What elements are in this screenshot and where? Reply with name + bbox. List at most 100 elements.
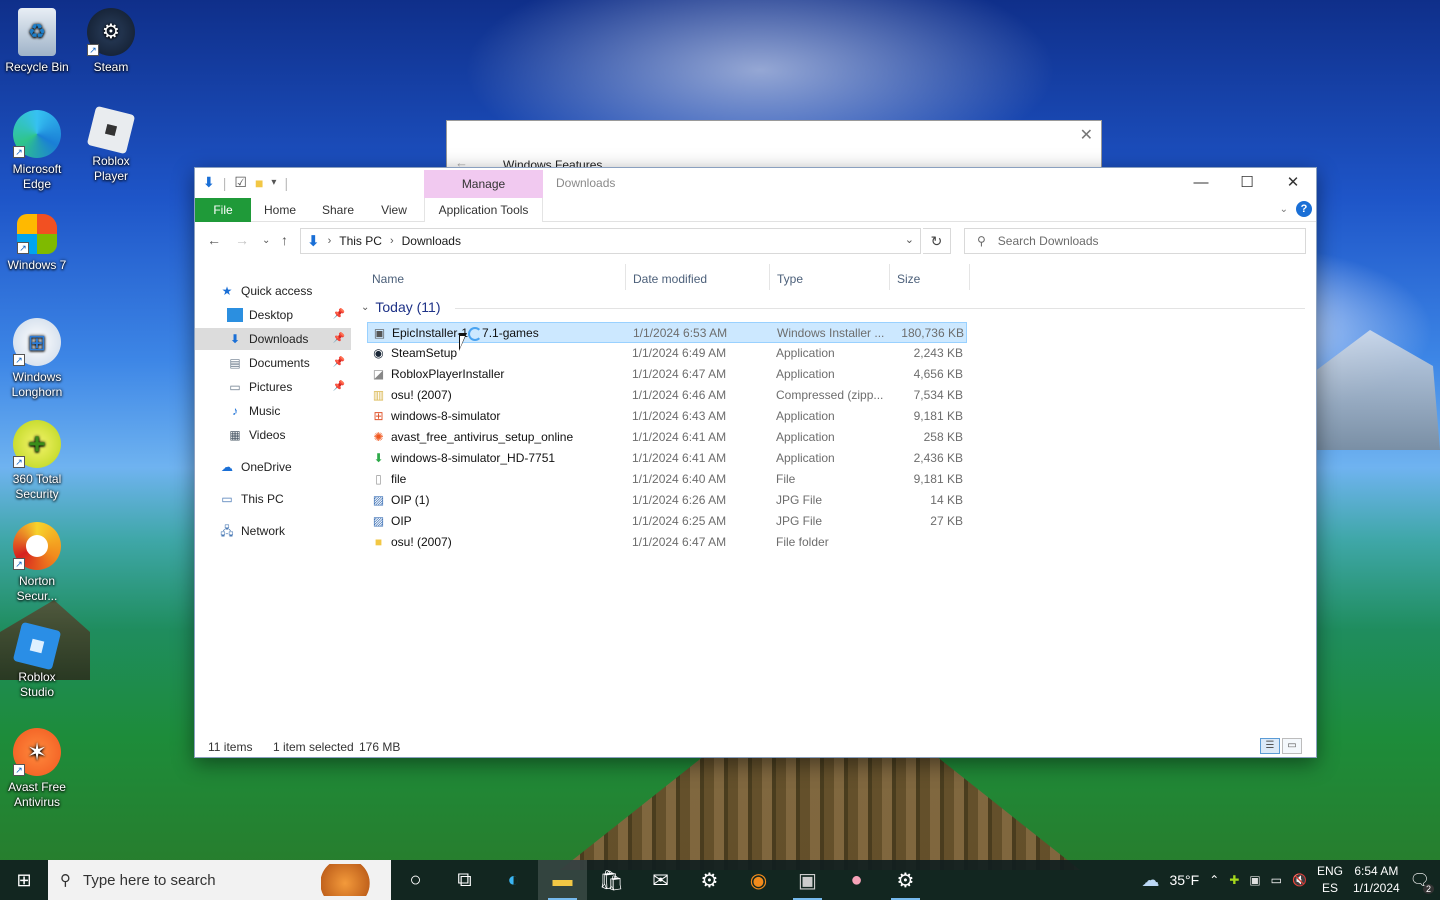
language-indicator[interactable]: ENG ES bbox=[1317, 863, 1343, 897]
weather-icon[interactable]: ☁ bbox=[1141, 870, 1159, 891]
chevron-down-icon[interactable]: ⌄ bbox=[905, 233, 914, 246]
taskbar-norton[interactable]: ◉ bbox=[734, 860, 783, 900]
column-name[interactable]: Name bbox=[372, 268, 404, 290]
taskbar-file-explorer[interactable]: ▬ bbox=[538, 860, 587, 900]
refresh-button[interactable]: ↻ bbox=[923, 228, 951, 254]
volume-muted-icon[interactable]: 🔇 bbox=[1292, 873, 1307, 887]
nav-desktop[interactable]: Desktop 📌 bbox=[227, 304, 351, 326]
start-button[interactable]: ⊞ bbox=[0, 860, 48, 900]
large-icons-view-button[interactable]: ▭ bbox=[1282, 738, 1302, 754]
column-date-modified[interactable]: Date modified bbox=[633, 268, 707, 290]
desktop-icon-steam[interactable]: ⚙ ↗ Steam bbox=[74, 8, 148, 75]
pictures-folder-icon: ▭ bbox=[229, 380, 241, 394]
desktop-icon-roblox-player[interactable]: Roblox Player bbox=[74, 105, 148, 184]
edge-icon: ↗ bbox=[13, 110, 61, 158]
wallpaper-hut bbox=[1300, 330, 1440, 450]
tab-file[interactable]: File bbox=[195, 198, 251, 222]
search-input[interactable]: Search Downloads bbox=[998, 234, 1099, 248]
taskbar-store[interactable]: 🛍 bbox=[587, 860, 636, 900]
chevron-up-icon[interactable]: ⌃ bbox=[1209, 873, 1219, 887]
desktop-icon-windows7[interactable]: ↗ Windows 7 bbox=[0, 214, 74, 273]
search-box[interactable]: ⚲ Search Downloads bbox=[964, 228, 1306, 254]
taskbar-steam[interactable]: ⚙ bbox=[881, 860, 930, 900]
tab-application-tools[interactable]: Application Tools bbox=[424, 198, 543, 222]
nav-downloads[interactable]: ⬇ Downloads 📌 bbox=[195, 328, 351, 350]
nav-documents[interactable]: ▤ Documents 📌 bbox=[227, 352, 351, 374]
tab-view[interactable]: View bbox=[373, 198, 415, 222]
tab-share[interactable]: Share bbox=[315, 198, 361, 222]
blank-file-icon: ▯ bbox=[375, 472, 382, 486]
desktop-icon-edge[interactable]: ↗ Microsoft Edge bbox=[0, 110, 74, 192]
notifications-button[interactable]: 🗨 2 bbox=[1410, 870, 1434, 894]
file-row[interactable]: ⬇ windows-8-simulator_HD-7751 1/1/2024 6… bbox=[367, 448, 967, 469]
notification-badge: 2 bbox=[1422, 884, 1434, 894]
nav-network[interactable]: 🖧 Network bbox=[219, 520, 285, 542]
network-icon[interactable]: ▭ bbox=[1271, 873, 1282, 887]
file-row[interactable]: ▨ OIP (1) 1/1/2024 6:26 AM JPG File 14 K… bbox=[367, 490, 967, 511]
desktop-icon-longhorn[interactable]: ⊞ ↗ Windows Longhorn bbox=[0, 318, 74, 400]
breadcrumb-this-pc[interactable]: This PC bbox=[339, 234, 382, 248]
file-row[interactable]: ⊞ windows-8-simulator 1/1/2024 6:43 AM A… bbox=[367, 406, 967, 427]
taskbar-search-input[interactable]: Type here to search bbox=[83, 872, 216, 889]
nav-quick-access[interactable]: ★ Quick access bbox=[219, 280, 313, 302]
shortcut-arrow-icon: ↗ bbox=[13, 146, 25, 158]
forward-button[interactable]: → bbox=[235, 232, 249, 248]
tab-home[interactable]: Home bbox=[257, 198, 303, 222]
taskbar-edge[interactable]: ◐ bbox=[489, 860, 538, 900]
details-view-button[interactable]: ☰ bbox=[1260, 738, 1280, 754]
nav-pictures[interactable]: ▭ Pictures 📌 bbox=[227, 376, 351, 398]
360-security-tray-icon[interactable]: ✚ bbox=[1229, 873, 1239, 887]
desktop-icon-roblox-studio[interactable]: Roblox Studio bbox=[0, 621, 74, 700]
back-button[interactable]: ← bbox=[207, 232, 221, 248]
file-row[interactable]: ▨ OIP 1/1/2024 6:25 AM JPG File 27 KB bbox=[367, 511, 967, 532]
expand-ribbon-icon[interactable]: ⌄ bbox=[1280, 204, 1288, 215]
file-row[interactable]: ✺ avast_free_antivirus_setup_online 1/1/… bbox=[367, 427, 967, 448]
maximize-button[interactable]: ☐ bbox=[1224, 168, 1270, 198]
desktop-icon-norton[interactable]: ↗ Norton Secur... bbox=[0, 522, 74, 604]
store-icon: 🛍 bbox=[598, 869, 625, 892]
column-size[interactable]: Size bbox=[897, 268, 920, 290]
desktop-icon-360-security[interactable]: + ↗ 360 Total Security bbox=[0, 420, 74, 502]
close-button[interactable]: ✕ bbox=[1270, 168, 1316, 198]
task-view-button[interactable]: ⧉ bbox=[440, 860, 489, 900]
taskbar-mail[interactable]: ✉ bbox=[636, 860, 685, 900]
nav-this-pc[interactable]: ▭ This PC bbox=[219, 488, 283, 510]
file-explorer-window[interactable]: ⬇ | ☑ ■ ▾ | Manage Downloads — ☐ ✕ File … bbox=[194, 167, 1317, 758]
title-bar[interactable]: ⬇ | ☑ ■ ▾ | Manage Downloads — ☐ ✕ bbox=[195, 168, 1316, 198]
file-row[interactable]: ▣ EpicInstaller-1 7.1-games 1/1/2024 6:53… bbox=[367, 322, 967, 343]
system-tray: ☁ 35°F ⌃ ✚ ▣ ▭ 🔇 ENG ES 6:54 AM 1/1/2024… bbox=[1141, 860, 1440, 900]
clock[interactable]: 6:54 AM 1/1/2024 bbox=[1353, 863, 1400, 897]
taskbar-windows-features[interactable]: ▣ bbox=[783, 860, 832, 900]
taskbar-osu[interactable]: ● bbox=[832, 860, 881, 900]
steam-icon: ◉ bbox=[373, 346, 384, 360]
up-button[interactable]: ↑ bbox=[281, 232, 288, 248]
properties-icon[interactable]: ☑ bbox=[234, 174, 247, 191]
security-tray-icon[interactable]: ▣ bbox=[1249, 873, 1260, 887]
file-row[interactable]: ◪ RobloxPlayerInstaller 1/1/2024 6:47 AM… bbox=[367, 364, 967, 385]
cortana-button[interactable]: ○ bbox=[391, 860, 440, 900]
desktop-icon-avast[interactable]: ✶ ↗ Avast Free Antivirus bbox=[0, 728, 74, 810]
longhorn-icon: ⊞ ↗ bbox=[13, 318, 61, 366]
weather-temperature[interactable]: 35°F bbox=[1169, 872, 1199, 888]
address-bar[interactable]: ⬇ › This PC › Downloads ⌄ bbox=[300, 228, 921, 254]
recent-locations-button[interactable]: ⌄ bbox=[262, 235, 270, 246]
minimize-button[interactable]: — bbox=[1178, 168, 1224, 198]
navigation-pane: ★ Quick access Desktop 📌 ⬇ Downloads 📌 ▤… bbox=[195, 264, 355, 734]
nav-onedrive[interactable]: ☁ OneDrive bbox=[219, 456, 292, 478]
file-row[interactable]: ▥ osu! (2007) 1/1/2024 6:46 AM Compresse… bbox=[367, 385, 967, 406]
nav-music[interactable]: ♪ Music bbox=[227, 400, 280, 422]
file-row[interactable]: ◉ SteamSetup 1/1/2024 6:49 AM Applicatio… bbox=[367, 343, 967, 364]
file-row[interactable]: ■ osu! (2007) 1/1/2024 6:47 AM File fold… bbox=[367, 532, 967, 553]
breadcrumb-downloads[interactable]: Downloads bbox=[402, 234, 461, 248]
taskbar-settings[interactable]: ⚙ bbox=[685, 860, 734, 900]
nav-videos[interactable]: ▦ Videos bbox=[227, 424, 285, 446]
help-icon[interactable]: ? bbox=[1296, 201, 1312, 217]
new-folder-icon[interactable]: ■ bbox=[255, 175, 263, 191]
taskbar-search[interactable]: ⚲ Type here to search bbox=[48, 860, 391, 900]
close-icon[interactable]: ✕ bbox=[1080, 125, 1093, 145]
file-row[interactable]: ▯ file 1/1/2024 6:40 AM File 9,181 KB bbox=[367, 469, 967, 490]
customize-toolbar-icon[interactable]: ▾ bbox=[271, 177, 276, 188]
desktop-icon-recycle-bin[interactable]: ♻ Recycle Bin bbox=[0, 8, 74, 75]
column-type[interactable]: Type bbox=[777, 268, 803, 290]
group-header-today[interactable]: ⌄ Today (11) bbox=[361, 299, 441, 315]
